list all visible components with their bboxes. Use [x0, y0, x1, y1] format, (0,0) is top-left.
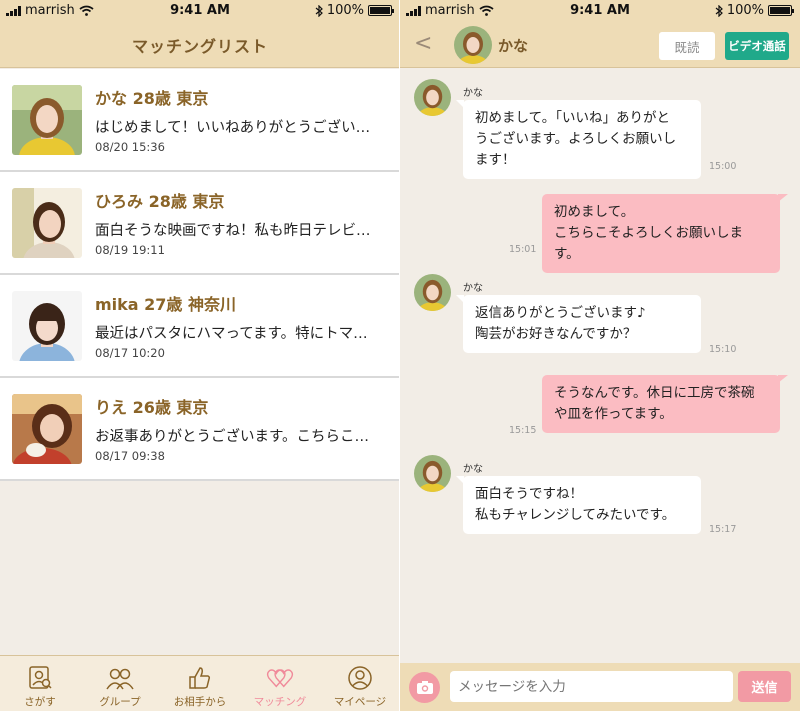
tab-label: お相手から [173, 696, 227, 708]
tab-label: マッチング [253, 696, 307, 708]
timestamp: 08/19 19:11 [95, 243, 165, 257]
timestamp: 08/17 09:38 [95, 449, 165, 463]
thumbs-up-icon [186, 664, 214, 692]
list-item[interactable]: かな 28歳 東京 はじめまして！いいねありがとうござい… 08/20 15:3… [0, 69, 400, 172]
status-bar: marrish 9:41 AM 100% [400, 0, 800, 22]
tab-matching[interactable]: マッチング [240, 656, 320, 711]
profile-name: mika 27歳 神奈川 [95, 295, 237, 314]
video-call-button[interactable]: ビデオ通話 [725, 32, 789, 60]
matching-list-screen: marrish 9:41 AM 100% マッチングリスト かな 28歳 東京 … [0, 0, 400, 711]
bluetooth-icon [715, 4, 723, 17]
outgoing-message: そうなんです。休日に工房で茶碗 や皿を作ってます。 [542, 375, 788, 433]
status-bar: marrish 9:41 AM 100% [0, 0, 400, 22]
sender-name: かな [463, 464, 483, 475]
bluetooth-icon [315, 4, 323, 17]
read-button[interactable]: 既読 [659, 32, 715, 60]
tab-label: グループ [99, 696, 141, 708]
sender-avatar[interactable] [414, 455, 451, 492]
message-input-bar: 送信 [400, 663, 800, 711]
sender-avatar[interactable] [414, 79, 451, 116]
partner-name: かな [498, 37, 529, 55]
tab-group[interactable]: グループ [80, 656, 160, 711]
tab-likes-received[interactable]: お相手から [160, 656, 240, 711]
matching-list: かな 28歳 東京 はじめまして！いいねありがとうござい… 08/20 15:3… [0, 69, 400, 481]
sender-avatar[interactable] [414, 274, 451, 311]
partner-avatar[interactable] [454, 26, 492, 64]
outgoing-message: 初めまして。 こちらこそよろしくお願いします。 [542, 194, 788, 273]
avatar [12, 394, 82, 464]
message-thread: かな 初めまして。「いいね」ありがと うございます。よろしくお願いし ます！ 1… [400, 69, 800, 663]
incoming-message: 返信ありがとうございます♪ 陶芸がお好きなんですか？ [456, 295, 701, 353]
hearts-icon [266, 664, 294, 692]
profile-name: かな 28歳 東京 [95, 89, 209, 108]
send-button[interactable]: 送信 [738, 671, 791, 702]
avatar [12, 188, 82, 258]
avatar [12, 85, 82, 155]
message-time: 15:00 [709, 161, 737, 172]
chat-header: < かな 既読 ビデオ通話 [400, 22, 800, 68]
tab-bar: さがす グループ お相手から マッチング マイページ [0, 655, 400, 711]
tab-mypage[interactable]: マイページ [320, 656, 400, 711]
sender-name: かな [463, 283, 483, 294]
message-time: 15:10 [709, 344, 737, 355]
nav-header: マッチングリスト [0, 22, 400, 68]
list-item[interactable]: ひろみ 28歳 東京 面白そうな映画ですね！私も昨日テレビ… 08/19 19:… [0, 172, 400, 275]
message-time: 15:15 [509, 425, 537, 436]
search-profile-icon [26, 664, 54, 692]
tab-label: マイページ [333, 696, 387, 708]
chat-screen: marrish 9:41 AM 100% < かな 既読 ビデオ通話 かな 初め… [400, 0, 800, 711]
message-time: 15:01 [509, 244, 537, 255]
timestamp: 08/20 15:36 [95, 140, 165, 154]
profile-name: ひろみ 28歳 東京 [95, 192, 225, 211]
page-title: マッチングリスト [131, 36, 268, 56]
incoming-message: 初めまして。「いいね」ありがと うございます。よろしくお願いし ます！ [456, 100, 701, 179]
camera-button[interactable] [409, 672, 440, 703]
incoming-message: 面白そうですね！ 私もチャレンジしてみたいです。 [456, 476, 701, 534]
user-icon [346, 664, 374, 692]
battery-icon [768, 5, 794, 16]
message-preview: はじめまして！いいねありがとうござい… [95, 120, 371, 136]
sender-name: かな [463, 88, 483, 99]
battery-label: 100% [326, 3, 364, 18]
tab-search[interactable]: さがす [0, 656, 80, 711]
message-preview: 面白そうな映画ですね！私も昨日テレビ… [95, 223, 371, 239]
tab-label: さがす [24, 696, 56, 708]
timestamp: 08/17 10:20 [95, 346, 165, 360]
back-button[interactable]: < [414, 31, 432, 56]
message-preview: 最近はパスタにハマってます。特にトマ… [95, 326, 368, 342]
profile-name: りえ 26歳 東京 [95, 398, 209, 417]
battery-label: 100% [726, 3, 764, 18]
group-icon [106, 664, 134, 692]
camera-icon [416, 681, 433, 694]
list-item[interactable]: りえ 26歳 東京 お返事ありがとうございます。こちらこ… 08/17 09:3… [0, 378, 400, 481]
message-time: 15:17 [709, 524, 737, 535]
battery-icon [368, 5, 394, 16]
message-input[interactable] [450, 671, 733, 702]
message-preview: お返事ありがとうございます。こちらこ… [95, 429, 370, 445]
list-item[interactable]: mika 27歳 神奈川 最近はパスタにハマってます。特にトマ… 08/17 1… [0, 275, 400, 378]
avatar [12, 291, 82, 361]
